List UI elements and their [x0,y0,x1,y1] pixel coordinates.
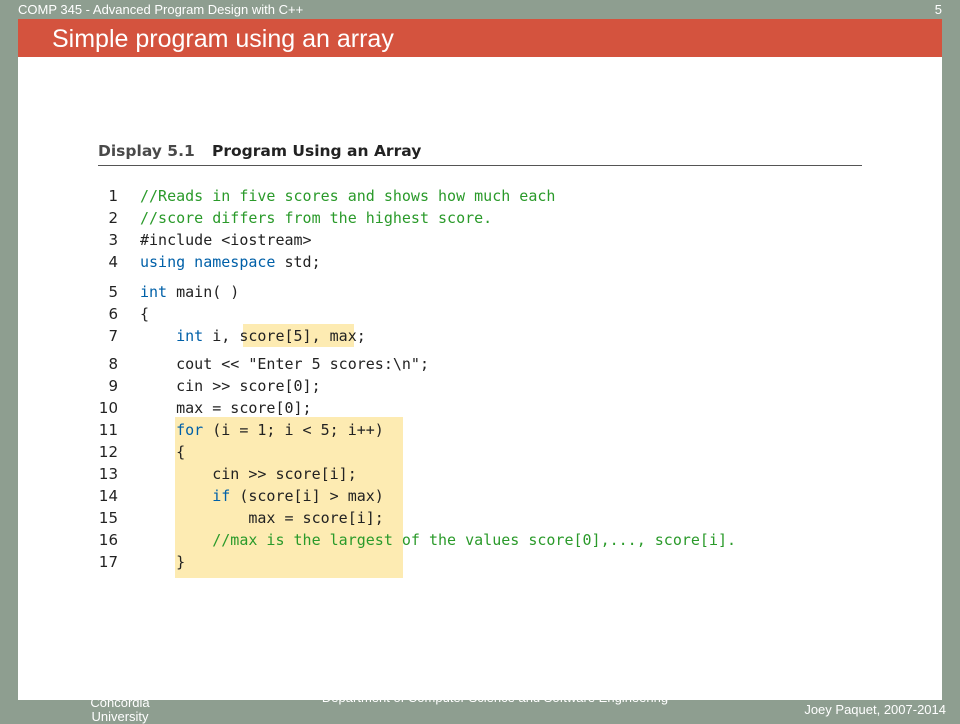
line-number: 3 [108,231,118,249]
line-number: 9 [108,377,118,395]
line-code: cin >> score[i]; [140,463,357,485]
line-number: 15 [98,509,118,527]
line-number: 2 [108,209,118,227]
code-text: std; [275,253,321,271]
code-text: #include <iostream> [140,231,312,249]
code-text: } [140,553,186,571]
code-text: cin >> score[i]; [140,465,357,483]
line-code: if (score[i] > max) [140,485,384,507]
code-keyword: if [212,487,231,505]
line-code: //score differs from the highest score. [140,207,492,229]
line-number: 1 [108,187,118,205]
line-code: #include <iostream> [140,229,312,251]
line-code: { [140,441,185,463]
display-header: Display 5.1 Program Using an Array [98,141,862,166]
code-text: (score[i] > max) [230,487,384,505]
code-text: i, score[5], max; [203,327,366,345]
line-number: 7 [108,327,118,345]
line-code: for (i = 1; i < 5; i++) [140,419,384,441]
footer-department: Department of Computer Science and Softw… [321,690,669,705]
line-number: 13 [98,465,118,483]
footer-author: Joey Paquet, 2007-2014 [804,702,946,717]
line-number: 16 [98,531,118,549]
code-text: (i = 1; i < 5; i++) [203,421,384,439]
line-number: 11 [98,421,118,439]
code-keyword: int [140,283,168,301]
line-code: int main( ) [140,281,239,303]
code-text: { [140,305,150,323]
display-title: Program Using an Array [212,142,422,160]
line-code: } [140,551,185,573]
title-bar: Simple program using an array [18,19,942,57]
line-number: 8 [108,355,118,373]
code-keyword: int [176,327,204,345]
code-keyword: using namespace [140,253,276,271]
slide-number: 5 [934,2,942,17]
line-code: cin >> score[0]; [140,375,321,397]
line-code: max = score[0]; [140,397,312,419]
line-code: //max is the largest of the values score… [140,529,736,551]
code-text: max = score[0]; [140,399,312,417]
code-keyword: for [176,421,204,439]
code-text: max = score[i]; [140,509,384,527]
code-comment: //score differs from the highest score. [140,209,493,227]
code-comment: //max is the largest of the values score… [212,531,737,549]
line-code: cout << "Enter 5 scores:\n"; [140,353,429,375]
line-number: 12 [98,443,118,461]
line-number: 10 [98,399,118,417]
code-text: main( ) [167,283,240,301]
code-text: cout << "Enter 5 scores:\n"; [140,355,429,373]
line-code: //Reads in five scores and shows how muc… [140,185,555,207]
line-number: 17 [98,553,118,571]
code-text: cin >> score[0]; [140,377,321,395]
code-text: { [140,443,186,461]
line-number: 5 [108,283,118,301]
line-code: max = score[i]; [140,507,384,529]
course-header: COMP 345 - Advanced Program Design with … [18,2,304,17]
code-comment: //Reads in five scores and shows how muc… [140,187,556,205]
line-number: 4 [108,253,118,271]
content-panel: Display 5.1 Program Using an Array 1 //Re… [18,57,942,700]
line-code: { [140,303,149,325]
line-code: using namespace std; [140,251,321,273]
line-code: int i, score[5], max; [140,325,366,347]
line-number: 14 [98,487,118,505]
display-label: Display 5.1 [98,142,195,160]
line-number: 6 [108,305,118,323]
slide-title: Simple program using an array [52,25,394,53]
